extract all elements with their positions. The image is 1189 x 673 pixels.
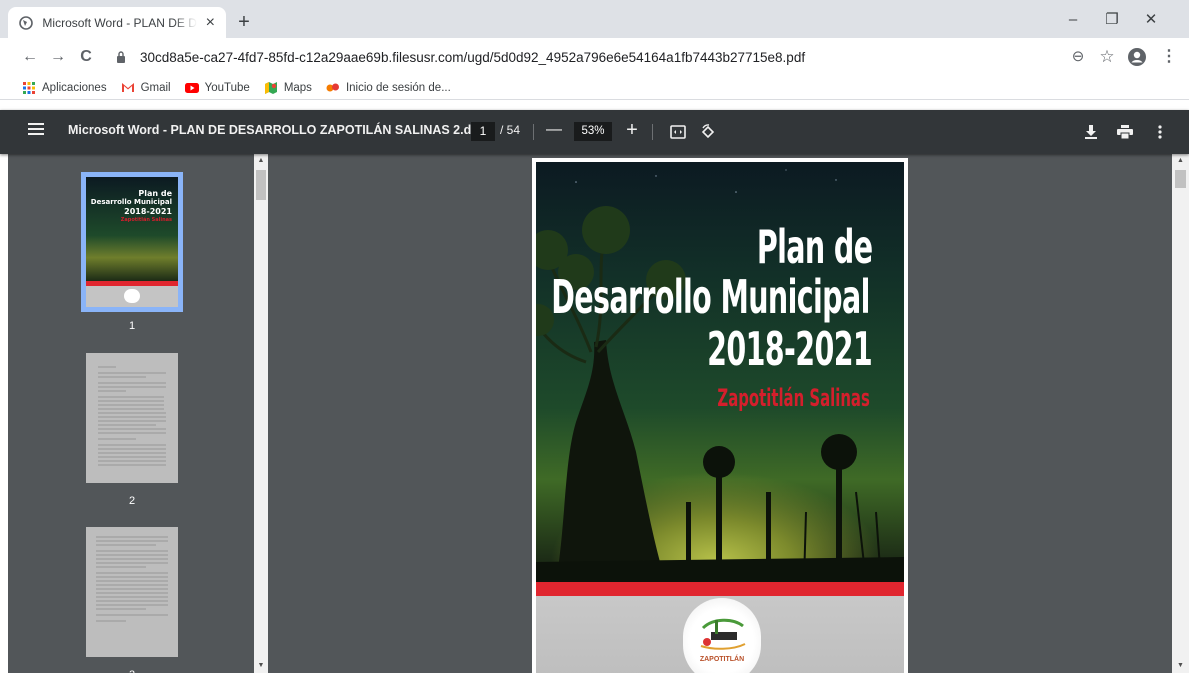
thumbnail-number: 2 (128, 495, 136, 507)
minimize-button[interactable]: – (1058, 10, 1088, 30)
bookmark-label: Inicio de sesión de... (345, 81, 451, 94)
apps-grid-icon (22, 81, 36, 95)
thumbnail-cover-image: Plan de Desarrollo Municipal 2018-2021 Z… (86, 177, 178, 307)
thumbnail-sidebar: Plan de Desarrollo Municipal 2018-2021 Z… (8, 154, 268, 673)
page-number-input[interactable]: 1 (471, 122, 495, 141)
thumbnail-number: 3 (81, 669, 183, 673)
tab-strip: Microsoft Word - PLAN DE DESARROLLO ZAPO… (0, 0, 1189, 38)
viewer-scrollbar[interactable]: ▲ ▼ (1172, 154, 1189, 673)
thumbnail-page-3[interactable]: 3 (81, 527, 183, 673)
restore-button[interactable]: ❐ (1097, 10, 1127, 30)
bookmark-gmail[interactable]: Gmail (121, 81, 171, 95)
fit-to-page-icon[interactable] (668, 122, 688, 142)
thumb-cover-line1: Plan de (138, 189, 172, 198)
cover-title-line3: 2018-2021 (706, 322, 873, 376)
back-button[interactable]: ← (20, 47, 40, 67)
tab-title: Microsoft Word - PLAN DE DESARROLLO ZAPO… (42, 15, 197, 30)
viewer-scroll-thumb[interactable] (1175, 170, 1186, 188)
municipal-logo: ZAPOTITLÁN (683, 598, 761, 673)
thumbnail-number: 1 (128, 320, 136, 332)
reload-button[interactable]: C (76, 47, 96, 67)
more-options-icon[interactable] (1150, 122, 1170, 142)
close-tab-icon[interactable]: × (203, 14, 218, 31)
download-icon[interactable] (1081, 122, 1101, 142)
tab-pdf[interactable]: Microsoft Word - PLAN DE DESARROLLO ZAPO… (8, 7, 226, 38)
bookmark-apps[interactable]: Aplicaciones (22, 81, 107, 95)
print-icon[interactable] (1115, 122, 1135, 142)
lock-icon[interactable] (114, 50, 128, 64)
browser-toolbar: ← → C 30cd8a5e-ca27-4fd7-85fd-c12a29aae6… (0, 38, 1189, 76)
thumb-logo (124, 289, 140, 303)
bookmarks-bar: Aplicaciones Gmail YouTube Maps Inicio d… (0, 76, 1189, 100)
bookmark-login[interactable]: Inicio de sesión de... (326, 81, 451, 95)
thumbnail-toc-image (86, 527, 178, 657)
close-window-button[interactable]: ✕ (1136, 10, 1166, 30)
cover-image: Plan de Desarrollo Municipal 2018-2021 Z… (536, 162, 904, 673)
pdf-toolbar: Microsoft Word - PLAN DE DESARROLLO ZAPO… (0, 110, 1189, 154)
zoom-level-input[interactable]: 53% (574, 122, 612, 141)
scroll-up-arrow-icon[interactable]: ▲ (1172, 154, 1189, 168)
toolbar-divider (533, 124, 534, 140)
page-total: / 54 (500, 123, 521, 137)
thumbnail-frame: Plan de Desarrollo Municipal 2018-2021 Z… (81, 172, 183, 312)
scroll-up-arrow-icon[interactable]: ▲ (254, 154, 268, 168)
profile-avatar[interactable] (1127, 47, 1147, 67)
pdf-viewer: Plan de Desarrollo Municipal 2018-2021 Z… (268, 154, 1189, 673)
thumb-cover-line3: 2018-2021 (124, 207, 172, 216)
toc-lines (96, 536, 168, 622)
scroll-down-arrow-icon[interactable]: ▼ (254, 659, 268, 673)
bookmark-youtube[interactable]: YouTube (184, 81, 250, 95)
youtube-icon (184, 81, 199, 95)
bookmark-maps[interactable]: Maps (264, 81, 312, 95)
gmail-icon (121, 81, 135, 95)
cover-subtitle: Zapotitlán Salinas (717, 384, 870, 412)
thumb-cover-line2: Desarrollo Municipal (90, 198, 172, 206)
zoom-in-button[interactable]: + (622, 120, 642, 142)
cover-title-line1: Plan de (756, 220, 872, 274)
thumb-cover-subtitle: Zapotitlán Salinas (120, 217, 172, 223)
bookmark-star-icon[interactable]: ☆ (1097, 47, 1117, 67)
bookmark-label: Maps (283, 81, 312, 94)
toc-lines (98, 366, 166, 466)
bookmark-label: Aplicaciones (42, 81, 107, 94)
forward-button[interactable]: → (48, 47, 68, 67)
cover-footer: ZAPOTITLÁN (536, 596, 904, 673)
browser-menu-icon[interactable]: ⋮ (1159, 47, 1179, 67)
sidebar-scrollbar[interactable]: ▲ ▼ (254, 154, 268, 673)
login-site-icon (326, 81, 340, 95)
browser-window: Microsoft Word - PLAN DE DESARROLLO ZAPO… (0, 0, 1189, 673)
cover-title-line2: Desarrollo Municipal (551, 270, 870, 324)
url-text[interactable]: 30cd8a5e-ca27-4fd7-85fd-c12a29aae69b.fil… (140, 50, 805, 65)
zoom-out-button[interactable]: — (544, 120, 564, 142)
logo-text: ZAPOTITLÁN (699, 656, 745, 663)
logo-emblem (700, 618, 746, 650)
maps-icon (264, 81, 278, 95)
bookmark-label: YouTube (204, 81, 250, 94)
thumbnail-page-1[interactable]: Plan de Desarrollo Municipal 2018-2021 Z… (81, 172, 183, 332)
hamburger-menu-icon[interactable] (28, 122, 48, 142)
bookmark-label: Gmail (140, 81, 171, 94)
zoom-icon[interactable]: ⊖ (1068, 47, 1088, 67)
rotate-icon[interactable] (698, 122, 718, 142)
document-title: Microsoft Word - PLAN DE DESARROLLO ZAPO… (68, 123, 493, 137)
scroll-down-arrow-icon[interactable]: ▼ (1172, 659, 1189, 673)
cover-red-band (536, 582, 904, 596)
toolbar-divider (652, 124, 653, 140)
address-bar[interactable]: 30cd8a5e-ca27-4fd7-85fd-c12a29aae69b.fil… (108, 42, 1108, 72)
pdf-page-1: Plan de Desarrollo Municipal 2018-2021 Z… (532, 158, 908, 673)
thumbnail-page-2[interactable]: 2 (81, 353, 183, 507)
sidebar-scroll-thumb[interactable] (256, 170, 266, 200)
thumbnail-toc-image (86, 353, 178, 483)
globe-icon (18, 15, 33, 31)
new-tab-button[interactable]: + (233, 12, 255, 34)
